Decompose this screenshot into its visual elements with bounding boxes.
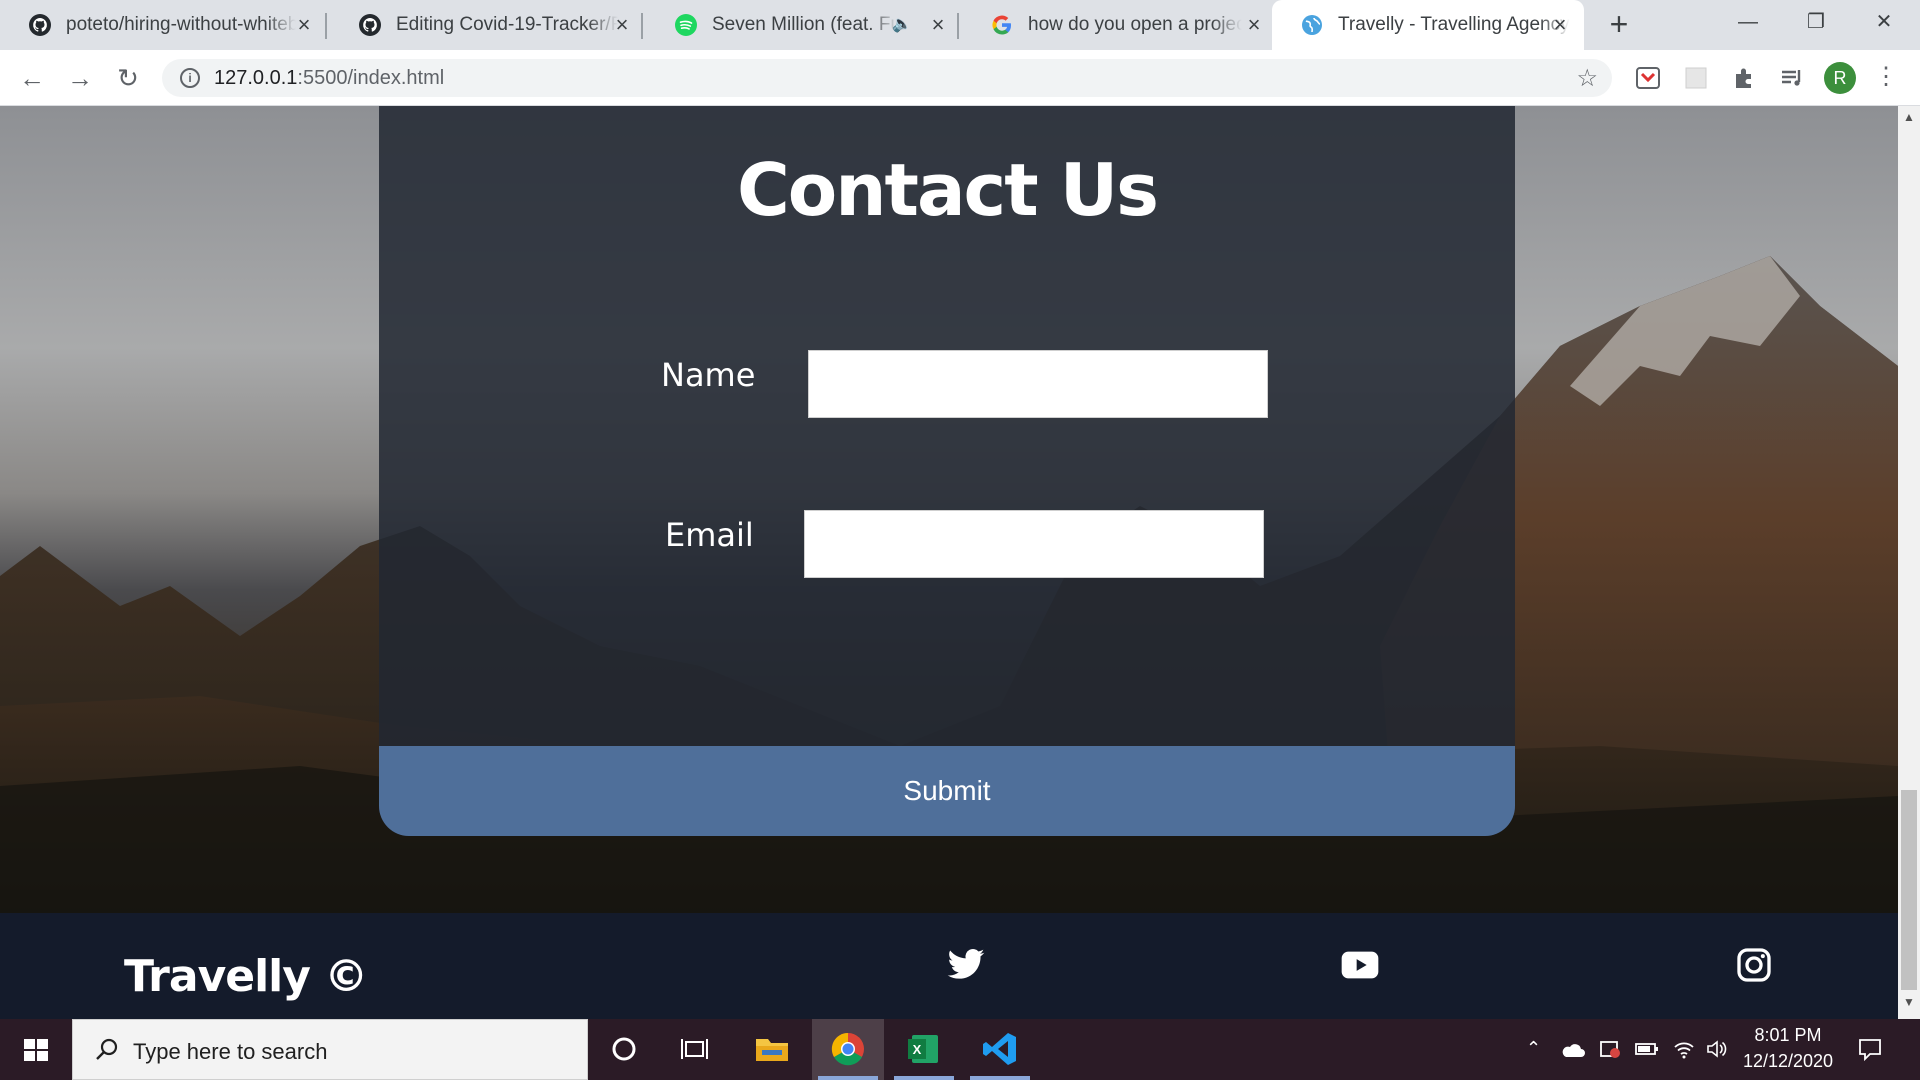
profile-avatar[interactable]: R bbox=[1824, 62, 1856, 94]
back-arrow-icon[interactable]: ← bbox=[18, 64, 46, 92]
tab-editing-covid-tracker[interactable]: Editing Covid-19-Tracker/README.md × bbox=[330, 0, 644, 50]
tab-separator bbox=[325, 13, 327, 39]
action-center-notification-icon[interactable] bbox=[1856, 1035, 1884, 1063]
clock-date[interactable]: 12/12/2020 bbox=[1740, 1051, 1836, 1072]
close-tab-icon[interactable]: × bbox=[1548, 13, 1572, 37]
minimize-button[interactable]: — bbox=[1716, 0, 1780, 44]
github-icon bbox=[359, 14, 381, 36]
reload-icon[interactable]: ↻ bbox=[114, 64, 142, 92]
media-controls-icon[interactable] bbox=[1778, 64, 1806, 92]
tab-label: poteto/hiring-without-whiteboards bbox=[66, 14, 296, 36]
close-tab-icon[interactable]: × bbox=[1242, 13, 1266, 37]
svg-text:X: X bbox=[913, 1042, 922, 1057]
tab-seven-million[interactable]: Seven Million (feat. Future) 🔈 × bbox=[646, 0, 960, 50]
excel-taskbar-button[interactable]: X bbox=[888, 1019, 960, 1080]
browser-menu-icon[interactable]: ⋮ bbox=[1874, 62, 1898, 94]
chrome-taskbar-button[interactable] bbox=[812, 1019, 884, 1080]
windows-taskbar: Type here to search X ⌃ 8:01 PM 12/12/20… bbox=[0, 1019, 1920, 1080]
tab-separator bbox=[957, 13, 959, 39]
close-tab-icon[interactable]: × bbox=[610, 13, 634, 37]
page-viewport: Contact Us Name Email Submit Travelly © bbox=[0, 106, 1898, 1019]
task-view-icon[interactable] bbox=[660, 1019, 732, 1080]
extension-placeholder-icon[interactable] bbox=[1682, 64, 1710, 92]
forward-arrow-icon[interactable]: → bbox=[66, 64, 94, 92]
security-center-icon[interactable] bbox=[1598, 1037, 1622, 1061]
close-tab-icon[interactable]: × bbox=[926, 13, 950, 37]
tab-hiring-without-whiteboards[interactable]: poteto/hiring-without-whiteboards × bbox=[0, 0, 322, 50]
address-bar[interactable]: i 127.0.0.1:5500/index.html ☆ bbox=[162, 59, 1612, 97]
contact-form-card: Contact Us Name Email Submit bbox=[379, 106, 1515, 836]
name-label: Name bbox=[661, 356, 756, 394]
globe-icon bbox=[1302, 15, 1322, 35]
tab-label: Travelly - Travelling Agency bbox=[1338, 14, 1570, 36]
browser-toolbar: ← → ↻ i 127.0.0.1:5500/index.html ☆ R ⋮ bbox=[0, 50, 1920, 106]
wifi-icon[interactable] bbox=[1672, 1037, 1696, 1061]
submit-button[interactable]: Submit bbox=[379, 746, 1515, 836]
url-text[interactable]: 127.0.0.1:5500/index.html bbox=[214, 67, 444, 90]
search-placeholder: Type here to search bbox=[133, 1039, 328, 1064]
taskbar-search-box[interactable]: Type here to search bbox=[72, 1019, 588, 1080]
info-icon[interactable]: i bbox=[180, 68, 200, 88]
tab-label: how do you open a project in vs code bbox=[1028, 14, 1242, 36]
bookmark-star-icon[interactable]: ☆ bbox=[1576, 64, 1598, 93]
active-indicator bbox=[894, 1076, 954, 1080]
windows-start-icon[interactable] bbox=[0, 1019, 72, 1080]
instagram-icon[interactable] bbox=[1734, 945, 1774, 985]
active-indicator bbox=[970, 1076, 1030, 1080]
new-tab-button[interactable]: + bbox=[1604, 8, 1634, 40]
google-icon bbox=[992, 15, 1011, 35]
pocket-extension-icon[interactable] bbox=[1634, 64, 1662, 92]
site-footer: Travelly © bbox=[0, 913, 1898, 1019]
tab-label: Seven Million (feat. Future) bbox=[712, 14, 898, 36]
scroll-up-arrow-icon[interactable]: ▲ bbox=[1898, 110, 1920, 130]
vscode-icon bbox=[983, 1033, 1016, 1065]
speaker-icon[interactable]: 🔈 bbox=[892, 14, 912, 34]
tab-separator bbox=[641, 13, 643, 39]
footer-brand: Travelly © bbox=[124, 951, 368, 1002]
page-scrollbar[interactable]: ▲ ▼ bbox=[1898, 106, 1920, 1019]
tab-travelly-active[interactable]: Travelly - Travelling Agency × bbox=[1272, 0, 1584, 50]
clock-time[interactable]: 8:01 PM bbox=[1740, 1025, 1836, 1046]
spotify-icon bbox=[675, 14, 697, 36]
email-input[interactable] bbox=[804, 510, 1264, 578]
email-label: Email bbox=[665, 516, 754, 554]
search-icon bbox=[96, 1038, 118, 1060]
restore-button[interactable]: ❐ bbox=[1784, 0, 1848, 44]
url-host: 127.0.0.1 bbox=[214, 67, 298, 89]
url-path: :5500/index.html bbox=[297, 67, 445, 89]
chrome-icon bbox=[831, 1032, 864, 1066]
close-tab-icon[interactable]: × bbox=[292, 13, 316, 37]
twitter-icon[interactable] bbox=[946, 945, 986, 985]
scroll-thumb[interactable] bbox=[1901, 790, 1917, 990]
name-input[interactable] bbox=[808, 350, 1268, 418]
battery-icon[interactable] bbox=[1634, 1039, 1660, 1059]
vscode-taskbar-button[interactable] bbox=[964, 1019, 1036, 1080]
youtube-icon[interactable] bbox=[1340, 945, 1380, 985]
show-hidden-icons-chevron-icon[interactable]: ⌃ bbox=[1526, 1038, 1541, 1059]
volume-icon[interactable] bbox=[1704, 1037, 1728, 1061]
tab-label: Editing Covid-19-Tracker/README.md bbox=[396, 14, 618, 36]
tab-google-search[interactable]: how do you open a project in vs code × bbox=[962, 0, 1272, 50]
excel-icon: X bbox=[908, 1035, 938, 1063]
onedrive-icon[interactable] bbox=[1560, 1039, 1586, 1061]
file-explorer-icon[interactable] bbox=[736, 1019, 808, 1080]
contact-title: Contact Us bbox=[736, 148, 1159, 232]
active-indicator bbox=[818, 1076, 878, 1080]
github-icon bbox=[29, 14, 51, 36]
close-window-button[interactable]: ✕ bbox=[1852, 0, 1916, 44]
tab-strip: poteto/hiring-without-whiteboards × Edit… bbox=[0, 0, 1920, 50]
extensions-puzzle-icon[interactable] bbox=[1730, 64, 1758, 92]
cortana-icon[interactable] bbox=[588, 1019, 660, 1080]
scroll-down-arrow-icon[interactable]: ▼ bbox=[1898, 995, 1920, 1015]
